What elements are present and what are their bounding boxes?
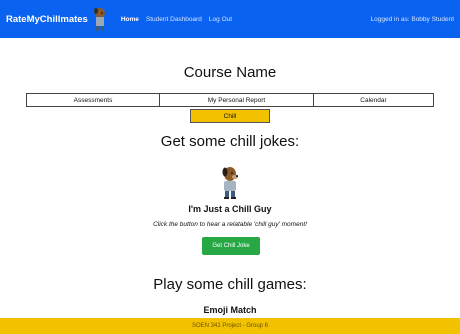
tab-chill[interactable]: Chill [190, 109, 270, 123]
brand[interactable]: RateMyChillmates [6, 6, 109, 32]
tab-assessments[interactable]: Assessments [26, 93, 160, 107]
tab-calendar[interactable]: Calendar [314, 93, 434, 107]
nav-link-log-out[interactable]: Log Out [209, 16, 232, 23]
nav-link-home[interactable]: Home [121, 16, 139, 23]
jokes-section-title: Get some chill jokes: [160, 133, 300, 150]
get-chill-joke-button[interactable]: Get Chill Joke [202, 237, 260, 255]
chill-guy-title: I'm Just a Chill Guy [188, 204, 272, 214]
top-navbar: RateMyChillmates Home Student Dashboard … [0, 0, 460, 38]
games-section-title: Play some chill games: [153, 276, 307, 293]
brand-name: RateMyChillmates [6, 13, 88, 25]
course-tabs: Assessments My Personal Report Calendar [26, 93, 434, 107]
chill-guy-mascot-icon [222, 167, 238, 199]
footer-text: SOEN 341 Project - Group 6 [191, 323, 269, 329]
chill-guy-logo-icon [93, 8, 105, 31]
logged-in-status: Logged in as: Bobby Student [370, 15, 454, 23]
course-title: Course Name [183, 64, 277, 81]
footer: SOEN 341 Project - Group 6 [0, 318, 460, 334]
emoji-match-title: Emoji Match [203, 305, 257, 315]
nav-links: Home Student Dashboard Log Out [121, 16, 239, 23]
nav-link-student-dashboard[interactable]: Student Dashboard [146, 16, 202, 23]
tab-my-personal-report[interactable]: My Personal Report [160, 93, 314, 107]
chill-guy-description: Click the button to hear a relatable 'ch… [153, 221, 307, 228]
